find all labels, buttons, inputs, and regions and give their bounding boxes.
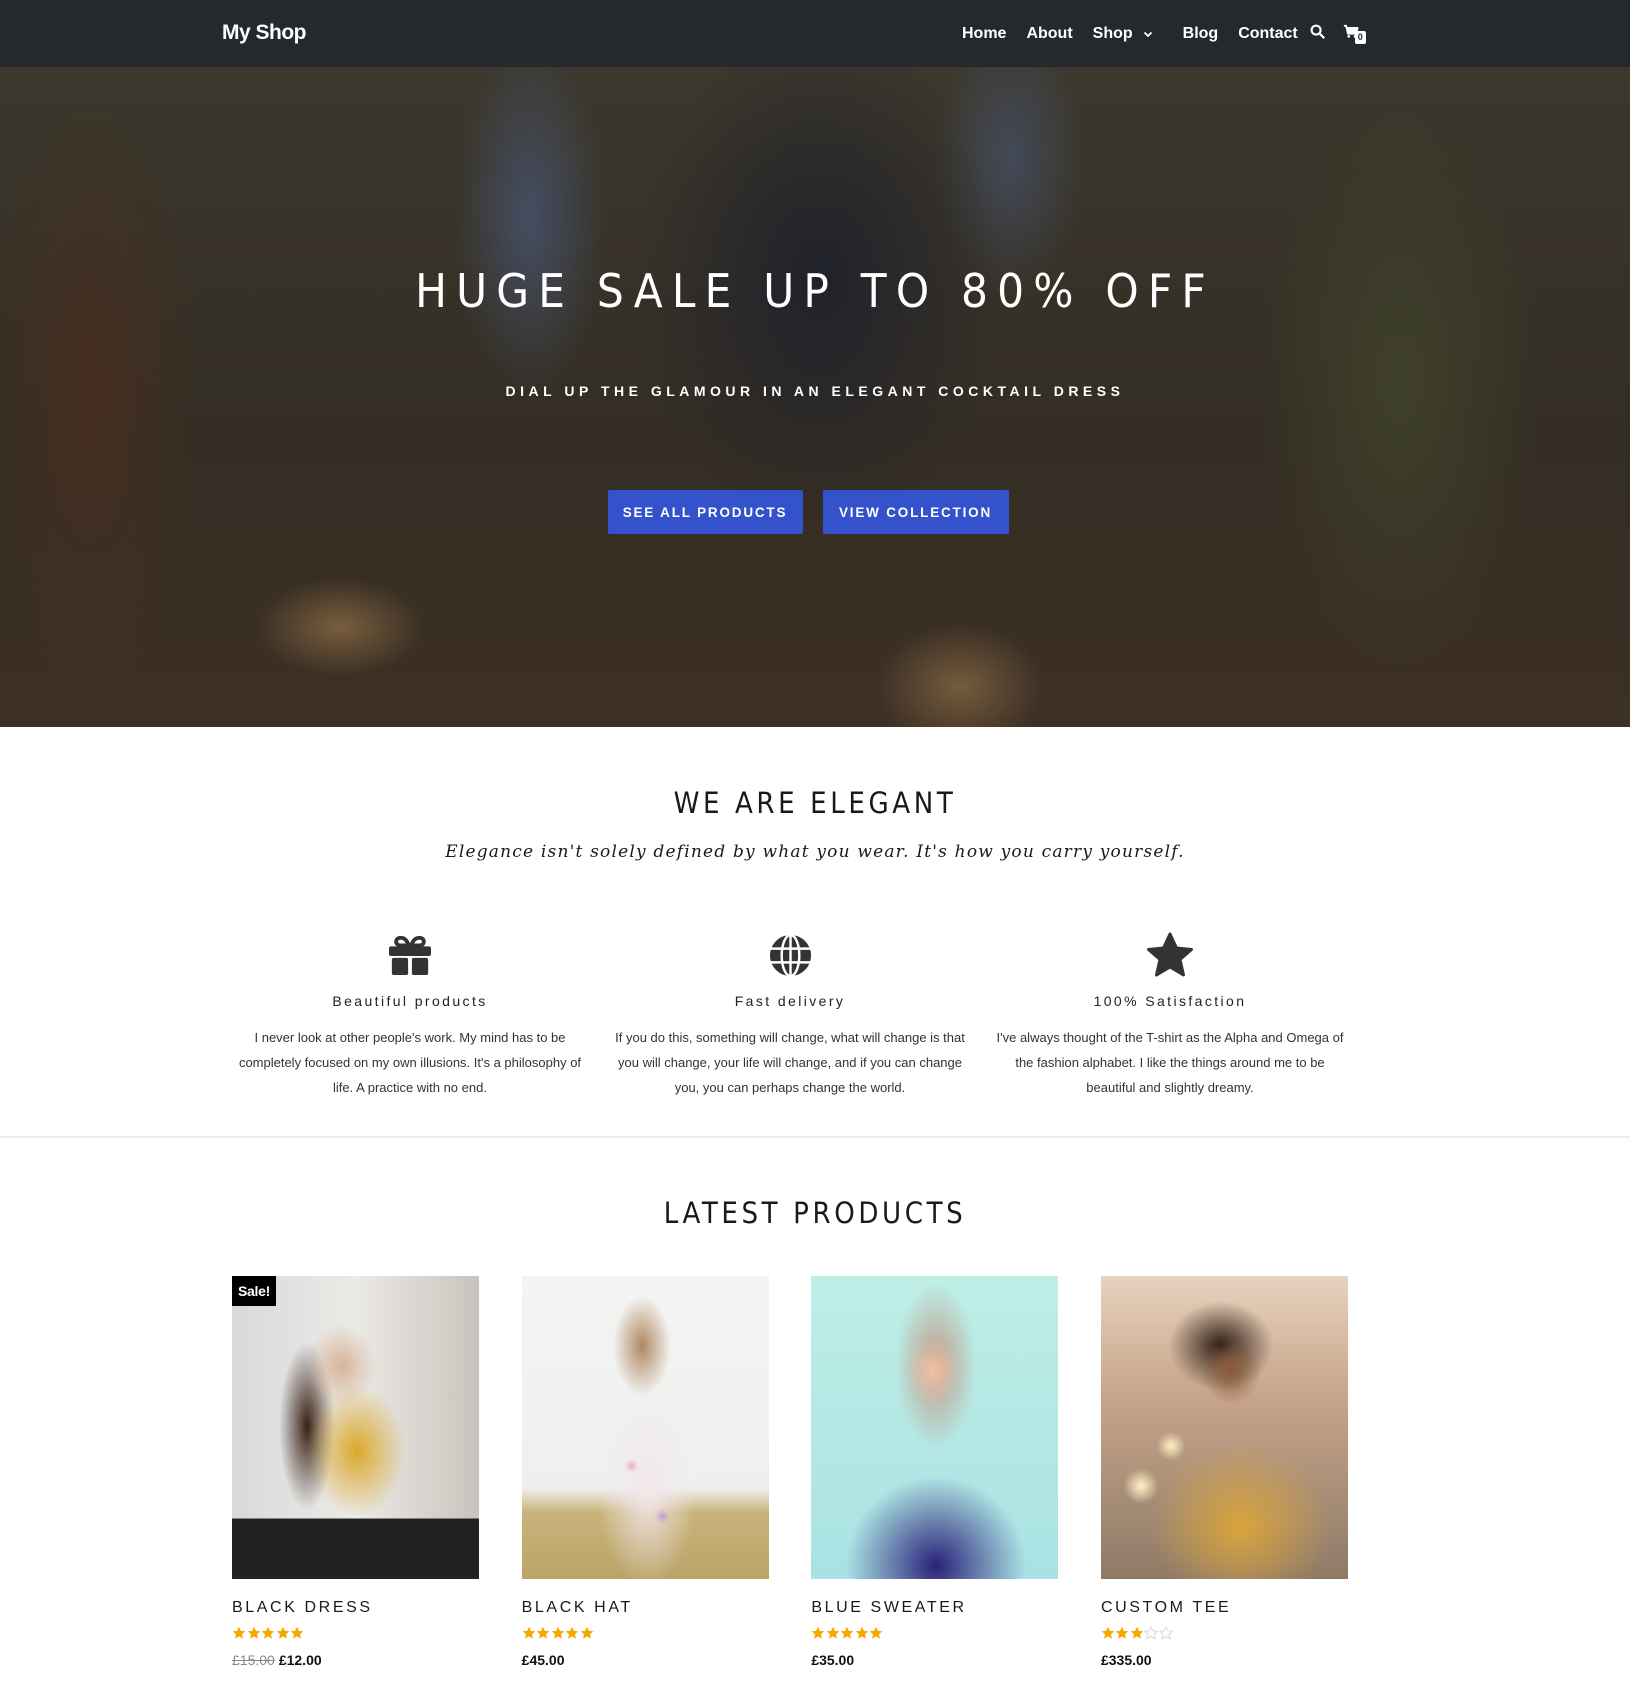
nav-blog-label: Blog xyxy=(1182,25,1219,42)
star-rating xyxy=(1101,1626,1348,1642)
nav-contact[interactable]: Contact xyxy=(1238,25,1298,43)
product-card[interactable]: Sale! BLACK DRESS £15.00 £12.00 xyxy=(232,1276,479,1668)
feature-text: I never look at other people's work. My … xyxy=(238,1030,582,1095)
star-filled-icon xyxy=(841,1626,854,1639)
feature-title: 100% Satisfaction xyxy=(1093,993,1247,1009)
nav-shop-label: Shop xyxy=(1092,25,1133,42)
star-filled-icon xyxy=(1101,1626,1115,1639)
see-all-products-button[interactable]: SEE ALL PRODUCTS xyxy=(607,490,803,534)
star-filled-icon xyxy=(855,1626,869,1639)
star-rating xyxy=(811,1626,1058,1642)
current-price: £12.00 xyxy=(278,1652,322,1668)
product-image[interactable] xyxy=(1100,1276,1348,1579)
star-rating xyxy=(232,1626,479,1642)
current-price: £35.00 xyxy=(811,1652,855,1668)
star-filled-icon xyxy=(290,1626,304,1639)
product-image[interactable]: Sale! xyxy=(232,1276,479,1579)
feature-title: Beautiful products xyxy=(332,993,488,1009)
cart-count-badge: 0 xyxy=(1354,31,1366,44)
hero-buttons: SEE ALL PRODUCTS VIEW COLLECTION xyxy=(0,490,1630,534)
nav-about-label: About xyxy=(1026,25,1073,42)
hero-banner: HUGE SALE UP TO 80% OFF DIAL UP THE GLAM… xyxy=(0,67,1630,727)
star-filled-icon xyxy=(522,1626,535,1639)
star-filled-icon xyxy=(1116,1626,1129,1639)
nav-home-label: Home xyxy=(962,25,1007,42)
hero-subtitle: DIAL UP THE GLAMOUR IN AN ELEGANT COCKTA… xyxy=(505,383,1125,399)
chevron-down-icon xyxy=(1141,27,1155,41)
current-price: £335.00 xyxy=(1100,1652,1152,1668)
product-card[interactable]: BLUE SWEATER £35.00 xyxy=(811,1276,1059,1668)
feature-satisfaction: 100% Satisfaction I've always thought of… xyxy=(992,930,1348,1100)
star-icon xyxy=(992,930,1348,980)
feature-fast-delivery: Fast delivery If you do this, something … xyxy=(612,930,968,1100)
star-filled-icon xyxy=(276,1626,289,1639)
product-grid: Sale! BLACK DRESS £15.00 £12.00 BLACK HAT… xyxy=(232,1276,1348,1668)
search-icon[interactable] xyxy=(1310,24,1325,44)
product-card[interactable]: BLACK HAT £45.00 xyxy=(521,1276,769,1668)
current-price: £45.00 xyxy=(521,1652,565,1668)
nav-home[interactable]: Home xyxy=(962,25,1006,43)
star-rating xyxy=(522,1626,769,1642)
feature-beautiful-products: Beautiful products I never look at other… xyxy=(232,930,588,1100)
latest-products-title: LATEST PRODUCTS xyxy=(663,1196,967,1230)
sale-badge: Sale! xyxy=(232,1276,276,1306)
main-nav: Home About Shop Blog Contact 0 xyxy=(962,23,1366,45)
feature-text: If you do this, something will change, w… xyxy=(615,1030,965,1095)
nav-shop[interactable]: Shop xyxy=(1093,25,1155,43)
globe-icon xyxy=(612,930,968,980)
product-price: £35.00 xyxy=(811,1652,1058,1668)
product-name[interactable]: BLUE SWEATER xyxy=(811,1599,1058,1617)
hero-title: HUGE SALE UP TO 80% OFF xyxy=(415,264,1215,318)
navbar: My Shop Home About Shop Blog Contact 0 xyxy=(0,0,1630,67)
star-empty-icon xyxy=(1144,1626,1159,1640)
product-name[interactable]: CUSTOM TEE xyxy=(1101,1599,1348,1617)
star-filled-icon xyxy=(261,1626,275,1639)
star-filled-icon xyxy=(1130,1626,1144,1639)
star-filled-icon xyxy=(536,1626,550,1639)
nav-blog[interactable]: Blog xyxy=(1183,25,1219,43)
product-image[interactable] xyxy=(521,1276,769,1579)
product-price: £335.00 xyxy=(1101,1652,1348,1668)
star-filled-icon xyxy=(812,1626,825,1639)
nav-contact-label: Contact xyxy=(1238,25,1298,42)
star-filled-icon xyxy=(565,1626,579,1639)
product-image[interactable] xyxy=(811,1276,1059,1579)
product-name[interactable]: BLACK DRESS xyxy=(232,1599,479,1617)
star-empty-icon xyxy=(1158,1626,1173,1640)
cart-button[interactable]: 0 xyxy=(1343,24,1366,44)
feature-text: I've always thought of the T-shirt as th… xyxy=(996,1030,1344,1095)
gift-icon xyxy=(232,930,588,980)
star-filled-icon xyxy=(826,1626,840,1639)
star-filled-icon xyxy=(232,1626,246,1639)
elegant-section-title: WE ARE ELEGANT xyxy=(673,786,957,820)
product-card[interactable]: CUSTOM TEE £335.00 xyxy=(1100,1276,1348,1668)
site-logo[interactable]: My Shop xyxy=(222,21,307,45)
view-collection-button[interactable]: VIEW COLLECTION xyxy=(822,490,1009,534)
section-divider xyxy=(0,1136,1630,1138)
feature-title: Fast delivery xyxy=(734,993,846,1009)
star-filled-icon xyxy=(870,1626,883,1639)
features-row: Beautiful products I never look at other… xyxy=(232,930,1348,1100)
star-filled-icon xyxy=(551,1626,564,1639)
nav-about[interactable]: About xyxy=(1026,25,1072,43)
old-price: £15.00 xyxy=(232,1652,275,1668)
product-price: £45.00 xyxy=(522,1652,769,1668)
star-filled-icon xyxy=(580,1626,593,1639)
elegant-section-subtitle: Elegance isn't solely defined by what yo… xyxy=(445,842,1185,862)
star-filled-icon xyxy=(247,1626,260,1639)
product-price: £15.00 £12.00 xyxy=(232,1652,479,1668)
product-name[interactable]: BLACK HAT xyxy=(522,1599,769,1617)
